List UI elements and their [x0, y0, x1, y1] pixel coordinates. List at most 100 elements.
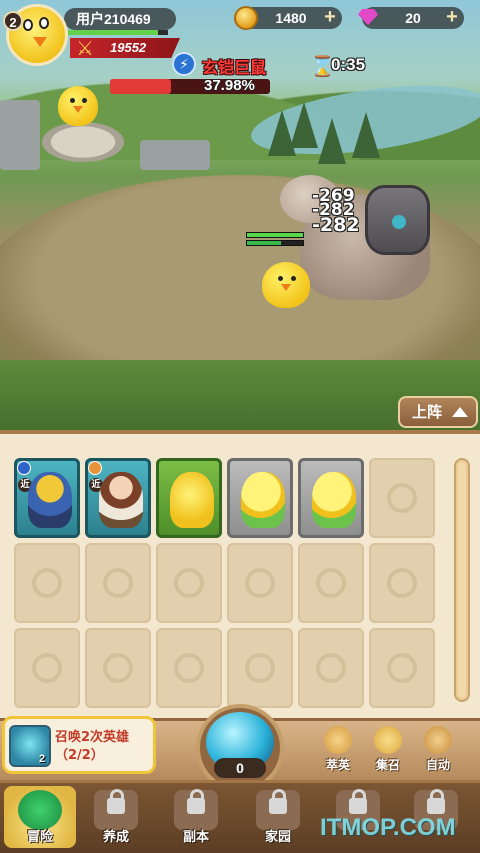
hero-grid: 近近 [14, 458, 442, 708]
slot-emblem-icon [245, 568, 275, 598]
ruin-wall [0, 100, 40, 170]
pine-tree [352, 112, 380, 158]
nav-label: 副本 [182, 830, 209, 845]
slot-emblem-icon [174, 653, 204, 683]
player-level-badge: 2 [3, 11, 23, 31]
slot-emblem-icon [174, 568, 204, 598]
pine-tree [290, 102, 318, 148]
hero-portrait [28, 472, 72, 528]
nav-label: 养成 [102, 830, 129, 845]
exp-bar [68, 30, 168, 35]
class-badge-icon [88, 461, 102, 475]
empty-hero-slot[interactable] [298, 628, 364, 708]
empty-hero-slot[interactable] [14, 628, 80, 708]
summon-count: 0 [214, 758, 266, 778]
battle-timer: 0:35 [331, 55, 366, 74]
empty-hero-slot[interactable] [227, 543, 293, 623]
empty-hero-slot[interactable] [14, 543, 80, 623]
action-label: 自动 [425, 758, 450, 772]
empty-hero-slot[interactable] [298, 543, 364, 623]
slot-emblem-icon [245, 653, 275, 683]
hero-portrait [241, 472, 285, 528]
action-button-auto[interactable]: 自动 [416, 726, 460, 773]
watermark-text: ITMOP.COM [320, 814, 456, 841]
stone-pedestal [42, 122, 124, 162]
horn-icon [374, 726, 402, 754]
slot-emblem-icon [316, 568, 346, 598]
slot-emblem-icon [316, 653, 346, 683]
boss-hp-percent: 37.98% [204, 77, 255, 94]
slot-emblem-icon [32, 568, 62, 598]
lock-icon [187, 789, 205, 814]
hero-grid-panel: 近近 [0, 430, 480, 718]
hero-portrait [170, 472, 214, 528]
nav-tab[interactable]: 家园 [242, 786, 314, 848]
hero-slot[interactable]: 近 [14, 458, 80, 538]
hero-portrait [99, 472, 143, 528]
lightning-icon: ⚡ [172, 52, 196, 76]
grid-scrollbar[interactable] [454, 458, 470, 702]
quest-card[interactable]: 2 召唤2次英雄（2/2） [2, 716, 156, 774]
class-badge-icon [17, 461, 31, 475]
swirl-icon [324, 726, 352, 754]
empty-hero-slot[interactable] [227, 628, 293, 708]
quest-text: 召唤2次英雄（2/2） [55, 730, 130, 763]
gem-icon [356, 6, 380, 30]
empty-hero-slot[interactable] [369, 543, 435, 623]
power-value: 19552 [110, 40, 147, 55]
hero-chick [262, 262, 310, 308]
action-button-gather[interactable]: 集召 [366, 726, 410, 773]
coin-counter: 1480 + [234, 6, 342, 30]
empty-hero-slot[interactable] [85, 628, 151, 708]
hero-energy-bar [246, 240, 304, 246]
gem-counter: 20 + [362, 7, 464, 29]
add-gems-button[interactable]: + [442, 7, 462, 28]
empty-hero-slot[interactable] [85, 543, 151, 623]
lock-icon [427, 789, 445, 814]
deploy-label: 上阵 [412, 403, 443, 421]
summon-orb-button[interactable]: 0 [192, 704, 288, 792]
chevron-up-icon [452, 407, 468, 417]
gem-amount: 20 [405, 10, 421, 26]
pedestal-chick [58, 86, 98, 126]
nav-label: 家园 [264, 830, 291, 845]
coin-icon [234, 6, 258, 30]
lock-icon [269, 789, 287, 814]
ruin-wall [140, 140, 210, 170]
quest-count: 2 [39, 753, 46, 765]
empty-hero-slot[interactable] [369, 628, 435, 708]
hero-slot[interactable] [298, 458, 364, 538]
nav-tab[interactable]: 养成 [80, 786, 152, 848]
slot-emblem-icon [387, 483, 417, 513]
lock-icon [107, 789, 125, 814]
empty-hero-slot[interactable] [369, 458, 435, 538]
deploy-button[interactable]: 上阵 [398, 396, 478, 428]
action-button-essence[interactable]: 萃英 [316, 726, 360, 773]
damage-number: -282 [312, 214, 360, 236]
gear-icon [424, 726, 452, 754]
nav-tab[interactable]: 副本 [160, 786, 232, 848]
portal-icon [18, 790, 62, 830]
player-name: 用户210469 [64, 8, 176, 30]
slot-emblem-icon [387, 568, 417, 598]
pine-tree [318, 118, 346, 164]
slot-emblem-icon [103, 653, 133, 683]
hero-slot[interactable] [156, 458, 222, 538]
hero-portrait [312, 472, 356, 528]
slot-emblem-icon [32, 653, 62, 683]
hero-hp-bar [246, 232, 304, 238]
empty-hero-slot[interactable] [156, 543, 222, 623]
action-label: 集召 [375, 758, 400, 772]
crossed-swords-icon: ⚔ [76, 38, 94, 60]
nav-tab[interactable]: 冒险 [4, 786, 76, 848]
hero-slot[interactable]: 近 [85, 458, 151, 538]
empty-hero-slot[interactable] [156, 628, 222, 708]
action-label: 萃英 [325, 758, 350, 772]
hero-slot[interactable] [227, 458, 293, 538]
coin-amount: 1480 [275, 10, 307, 26]
slot-emblem-icon [387, 653, 417, 683]
nav-label: 冒险 [26, 830, 53, 845]
boss-name: 玄铠巨鼠 [202, 58, 267, 77]
add-coins-button[interactable]: + [320, 7, 340, 28]
slot-emblem-icon [103, 568, 133, 598]
